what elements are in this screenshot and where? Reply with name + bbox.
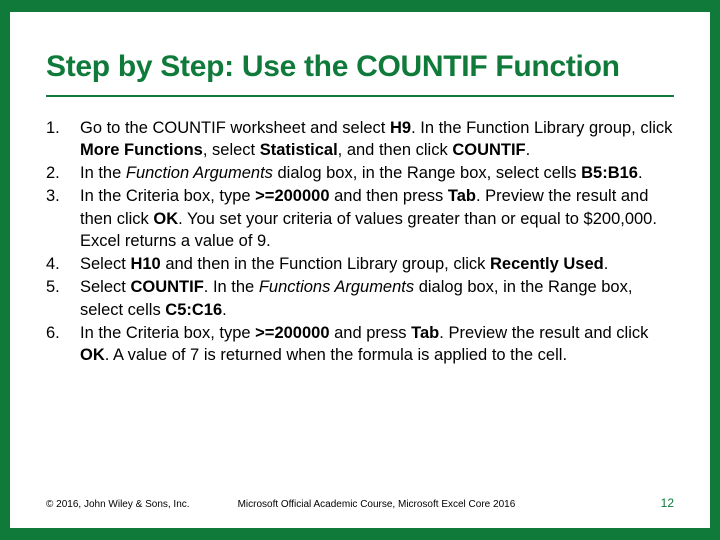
step-list: 1. Go to the COUNTIF worksheet and selec…	[46, 117, 674, 367]
step-text: In the Criteria box, type >=200000 and p…	[80, 322, 674, 367]
step-number: 1.	[46, 117, 80, 162]
step-number: 5.	[46, 276, 80, 321]
step-text: In the Criteria box, type >=200000 and t…	[80, 185, 674, 252]
step-text: In the Function Arguments dialog box, in…	[80, 162, 674, 184]
list-item: 6. In the Criteria box, type >=200000 an…	[46, 322, 674, 367]
slide-title: Step by Step: Use the COUNTIF Function	[46, 50, 674, 97]
list-item: 5. Select COUNTIF. In the Functions Argu…	[46, 276, 674, 321]
list-item: 2. In the Function Arguments dialog box,…	[46, 162, 674, 184]
course-text: Microsoft Official Academic Course, Micr…	[238, 499, 661, 510]
list-item: 1. Go to the COUNTIF worksheet and selec…	[46, 117, 674, 162]
step-number: 3.	[46, 185, 80, 252]
slide: Step by Step: Use the COUNTIF Function 1…	[10, 12, 710, 528]
page-number: 12	[661, 496, 674, 510]
list-item: 3. In the Criteria box, type >=200000 an…	[46, 185, 674, 252]
step-text: Select COUNTIF. In the Functions Argumen…	[80, 276, 674, 321]
step-text: Go to the COUNTIF worksheet and select H…	[80, 117, 674, 162]
step-number: 4.	[46, 253, 80, 275]
step-number: 6.	[46, 322, 80, 367]
copyright-text: © 2016, John Wiley & Sons, Inc.	[46, 499, 190, 510]
step-text: Select H10 and then in the Function Libr…	[80, 253, 674, 275]
footer: © 2016, John Wiley & Sons, Inc. Microsof…	[46, 496, 674, 510]
step-number: 2.	[46, 162, 80, 184]
list-item: 4. Select H10 and then in the Function L…	[46, 253, 674, 275]
